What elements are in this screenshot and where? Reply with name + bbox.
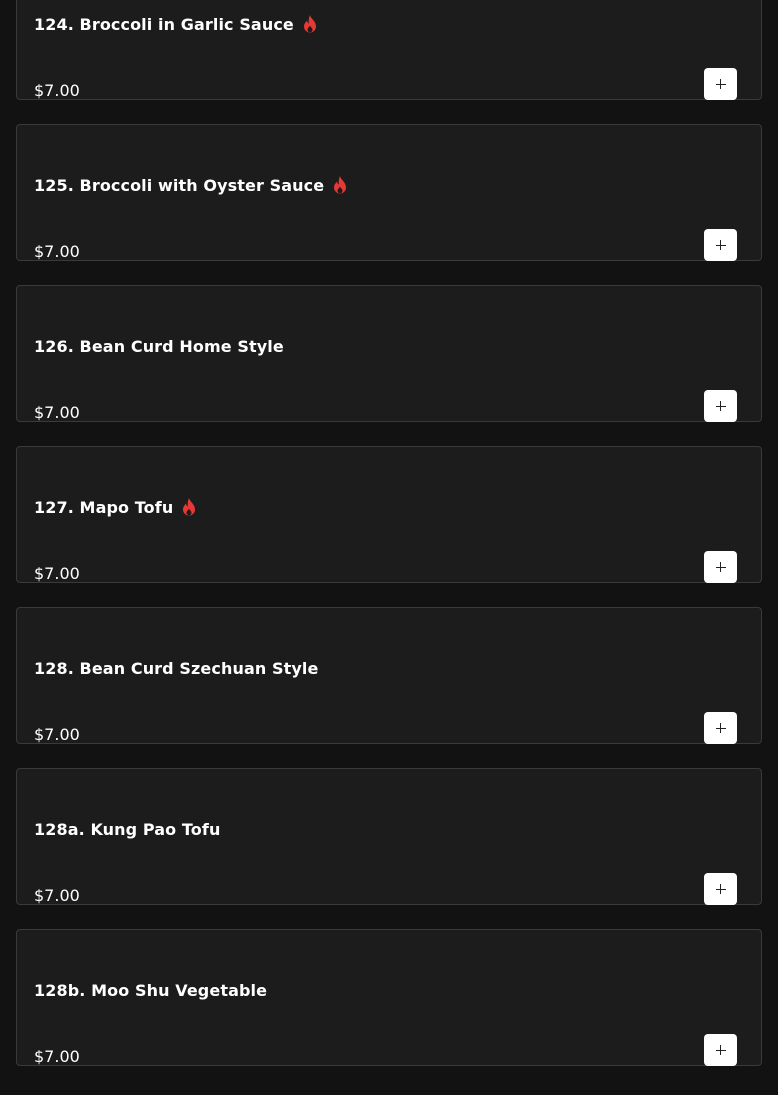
item-price: $7.00 [34,81,80,100]
add-to-cart-button[interactable] [704,390,737,422]
plus-icon [715,723,726,733]
add-to-cart-button[interactable] [704,712,737,744]
item-price: $7.00 [34,725,80,744]
item-name: 126. Bean Curd Home Style [34,336,284,356]
plus-icon [715,401,726,411]
add-to-cart-button[interactable] [704,229,737,261]
flame-icon [180,497,198,517]
add-to-cart-button[interactable] [704,68,737,100]
item-title: 127. Mapo Tofu [34,495,198,519]
add-to-cart-button[interactable] [704,551,737,583]
item-name: 124. Broccoli in Garlic Sauce [34,14,294,34]
add-to-cart-button[interactable] [704,1034,737,1066]
plus-icon [715,562,726,572]
plus-icon [715,79,726,89]
flame-icon [331,175,349,195]
item-name: 128a. Kung Pao Tofu [34,819,221,839]
item-title: 128a. Kung Pao Tofu [34,817,220,841]
menu-item-card[interactable]: 128b. Moo Shu Vegetable $7.00 [16,929,762,1066]
item-title: 124. Broccoli in Garlic Sauce [34,12,319,36]
item-name: 128b. Moo Shu Vegetable [34,980,268,1000]
menu-item-card[interactable]: 124. Broccoli in Garlic Sauce $7.00 [16,0,762,100]
plus-icon [715,240,726,250]
menu-item-list: 124. Broccoli in Garlic Sauce $7.00 125.… [16,0,762,1090]
plus-icon [715,884,726,894]
item-price: $7.00 [34,1047,80,1066]
menu-item-card[interactable]: 126. Bean Curd Home Style $7.00 [16,285,762,422]
menu-item-card[interactable]: 128a. Kung Pao Tofu $7.00 [16,768,762,905]
item-title: 125. Broccoli with Oyster Sauce [34,173,349,197]
item-price: $7.00 [34,564,80,583]
item-price: $7.00 [34,242,80,261]
item-name: 125. Broccoli with Oyster Sauce [34,175,325,195]
item-title: 128b. Moo Shu Vegetable [34,978,267,1002]
item-price: $7.00 [34,403,80,422]
add-to-cart-button[interactable] [704,873,737,905]
menu-item-card[interactable]: 125. Broccoli with Oyster Sauce $7.00 [16,124,762,261]
menu-item-card[interactable]: 127. Mapo Tofu $7.00 [16,446,762,583]
item-name: 127. Mapo Tofu [34,497,174,517]
item-title: 126. Bean Curd Home Style [34,334,284,358]
item-name: 128. Bean Curd Szechuan Style [34,658,319,678]
item-price: $7.00 [34,886,80,905]
item-title: 128. Bean Curd Szechuan Style [34,656,318,680]
plus-icon [715,1045,726,1055]
flame-icon [301,14,319,34]
menu-item-card[interactable]: 128. Bean Curd Szechuan Style $7.00 [16,607,762,744]
